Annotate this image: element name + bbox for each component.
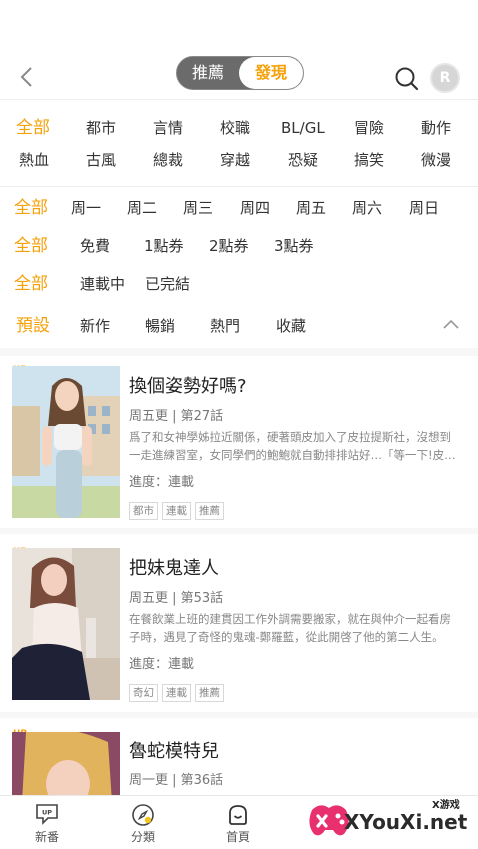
filter-price-free[interactable]: 免費 bbox=[80, 232, 110, 260]
filter-genre-all[interactable]: 全部 bbox=[16, 114, 50, 142]
new-series-icon: UP bbox=[36, 804, 58, 825]
filter-genre-urban[interactable]: 都市 bbox=[86, 114, 116, 142]
filter-genre-comedy[interactable]: 搞笑 bbox=[354, 146, 384, 174]
nav-label: 新番 bbox=[34, 830, 59, 844]
comic-tags: 都市 連載 推薦 bbox=[129, 499, 228, 520]
comic-tags: 奇幻 連載 推薦 bbox=[129, 681, 228, 702]
sort-popular[interactable]: 熱門 bbox=[210, 312, 240, 340]
genre-filter-row-1: 全部 都市 言情 校職 BL/GL 冒險 動作 bbox=[0, 114, 478, 142]
comic-cover-image[interactable] bbox=[12, 732, 120, 795]
sort-default[interactable]: 預設 bbox=[16, 312, 50, 340]
filter-status-all[interactable]: 全部 bbox=[14, 270, 48, 298]
comic-cover-image[interactable] bbox=[12, 548, 120, 700]
filter-genre-campus[interactable]: 校職 bbox=[220, 114, 250, 142]
sort-filter-row: 預設 新作 暢銷 熱門 收藏 bbox=[0, 312, 478, 340]
sort-new[interactable]: 新作 bbox=[80, 312, 110, 340]
filter-price-2[interactable]: 2點券 bbox=[209, 232, 249, 260]
svg-text:UP: UP bbox=[42, 809, 52, 817]
profile-badge[interactable]: R bbox=[430, 63, 460, 93]
card-spacer bbox=[0, 712, 478, 718]
filter-status-completed[interactable]: 已完結 bbox=[145, 270, 190, 298]
filter-price-3[interactable]: 3點券 bbox=[274, 232, 314, 260]
compass-icon bbox=[132, 804, 154, 826]
filter-genre-time-travel[interactable]: 穿越 bbox=[220, 146, 250, 174]
site-watermark: X游戏 XYouXi.net bbox=[302, 794, 478, 849]
filter-day-wed[interactable]: 周三 bbox=[183, 194, 213, 222]
filter-price-1[interactable]: 1點券 bbox=[144, 232, 184, 260]
filter-day-fri[interactable]: 周五 bbox=[296, 194, 326, 222]
section-spacer bbox=[0, 348, 478, 356]
filter-divider bbox=[0, 186, 478, 187]
nav-new-series[interactable]: UP 新番 bbox=[17, 796, 77, 849]
comic-title[interactable]: 換個姿勢好嗎? bbox=[129, 372, 247, 398]
comic-title[interactable]: 魯蛇模特兒 bbox=[129, 737, 219, 763]
weekday-filter-row: 全部 周一 周二 周三 周四 周五 周六 周日 bbox=[0, 194, 478, 222]
comic-progress: 進度：連載 bbox=[129, 475, 195, 490]
filter-genre-bl-gl[interactable]: BL/GL bbox=[281, 114, 325, 142]
tag: 推薦 bbox=[195, 502, 224, 520]
description-line: 子時，遇見了奇怪的鬼魂-鄭羅藍，從此開啓了他的第二人生。 bbox=[129, 630, 444, 644]
filter-status-ongoing[interactable]: 連載中 bbox=[80, 270, 125, 298]
filter-genre-action[interactable]: 動作 bbox=[421, 114, 451, 142]
nav-categories[interactable]: 分類 bbox=[113, 796, 173, 849]
filter-genre-hot-blood[interactable]: 熱血 bbox=[19, 146, 49, 174]
watermark-brand-text: XYouXi.net bbox=[344, 810, 468, 834]
filter-day-sun[interactable]: 周日 bbox=[409, 194, 439, 222]
filter-day-mon[interactable]: 周一 bbox=[71, 194, 101, 222]
nav-home[interactable]: 首頁 bbox=[208, 796, 268, 849]
filter-price-all[interactable]: 全部 bbox=[14, 232, 48, 260]
nav-label: 首頁 bbox=[225, 830, 250, 844]
comic-schedule: 周一更 | 第36話 bbox=[129, 773, 224, 788]
filter-genre-micro[interactable]: 微漫 bbox=[421, 146, 451, 174]
watermark-small-text: X游戏 bbox=[432, 800, 460, 811]
nav-label: 分類 bbox=[130, 830, 155, 844]
tag: 推薦 bbox=[195, 684, 224, 702]
filter-genre-horror[interactable]: 恐疑 bbox=[288, 146, 318, 174]
status-filter-row: 全部 連載中 已完結 bbox=[0, 270, 478, 298]
header-divider bbox=[0, 99, 478, 100]
filter-day-tue[interactable]: 周二 bbox=[127, 194, 157, 222]
comic-cover-image[interactable] bbox=[12, 366, 120, 518]
description-line: 爲了和女神學姊拉近關係，硬著頭皮加入了皮拉提斯社，沒想到 bbox=[129, 430, 451, 444]
tag: 連載 bbox=[162, 684, 191, 702]
recommend-discover-toggle: 推薦 發現 bbox=[176, 56, 304, 90]
filter-genre-romance[interactable]: 言情 bbox=[153, 114, 183, 142]
filter-genre-ceo[interactable]: 總裁 bbox=[153, 146, 183, 174]
card-spacer bbox=[0, 528, 478, 534]
comic-schedule: 周五更 | 第27話 bbox=[129, 409, 224, 424]
genre-filter-row-2: 熱血 古風 總裁 穿越 恐疑 搞笑 微漫 bbox=[0, 146, 478, 174]
comic-schedule: 周五更 | 第53話 bbox=[129, 591, 224, 606]
tag: 都市 bbox=[129, 502, 158, 520]
tag: 奇幻 bbox=[129, 684, 158, 702]
filter-day-thu[interactable]: 周四 bbox=[240, 194, 270, 222]
chevron-up-icon[interactable] bbox=[442, 318, 460, 330]
description-line: 在餐飲業上班的建貫因工作外調需要搬家，就在與仲介一起看房 bbox=[129, 612, 451, 626]
tab-recommend[interactable]: 推薦 bbox=[177, 57, 239, 89]
comic-description: 在餐飲業上班的建貫因工作外調需要搬家，就在與仲介一起看房 子時，遇見了奇怪的鬼魂… bbox=[129, 610, 467, 646]
filter-day-all[interactable]: 全部 bbox=[14, 194, 48, 222]
sort-favorites[interactable]: 收藏 bbox=[276, 312, 306, 340]
comic-title[interactable]: 把妹鬼達人 bbox=[129, 554, 219, 580]
filter-genre-adventure[interactable]: 冒險 bbox=[354, 114, 384, 142]
description-line: 一走進練習室，女同學們的鮑鮑就自動排排站好…「等一下!皮… bbox=[129, 448, 456, 462]
tab-discover[interactable]: 發現 bbox=[239, 57, 303, 89]
comic-description: 爲了和女神學姊拉近關係，硬著頭皮加入了皮拉提斯社，沒想到 一走進練習室，女同學們… bbox=[129, 428, 467, 464]
search-icon[interactable] bbox=[394, 66, 420, 92]
home-smile-icon bbox=[229, 805, 247, 825]
comic-card[interactable]: UP 魯蛇模特兒 周一更 | 第36話 bbox=[0, 724, 478, 795]
filter-genre-ancient[interactable]: 古風 bbox=[86, 146, 116, 174]
tag: 連載 bbox=[162, 502, 191, 520]
filter-day-sat[interactable]: 周六 bbox=[352, 194, 382, 222]
price-filter-row: 全部 免費 1點券 2點券 3點券 bbox=[0, 232, 478, 260]
comic-progress: 進度：連載 bbox=[129, 657, 195, 672]
sort-bestseller[interactable]: 暢銷 bbox=[145, 312, 175, 340]
top-bar: 推薦 發現 R bbox=[0, 52, 478, 102]
back-arrow-icon[interactable] bbox=[16, 64, 38, 90]
